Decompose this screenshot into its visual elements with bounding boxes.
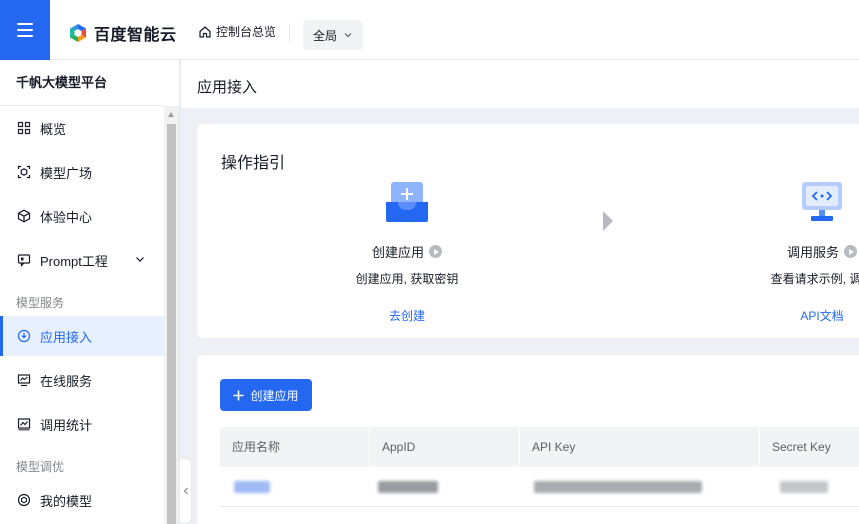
guide-title: 操作指引 bbox=[221, 155, 286, 172]
app-list-card: 创建应用 应用名称 AppID API Key Secret Key bbox=[197, 355, 859, 524]
chart-icon bbox=[16, 416, 32, 432]
sidebar-item-overview[interactable]: 概览 bbox=[0, 108, 164, 148]
step-title: 调用服务 bbox=[786, 245, 839, 260]
sidebar-item-experience-center[interactable]: 体验中心 bbox=[0, 196, 164, 236]
sidebar-item-label: 概览 bbox=[40, 121, 67, 137]
table-header: 应用名称 AppID API Key Secret Key bbox=[220, 427, 859, 467]
brand-logo[interactable]: 百度智能云 bbox=[68, 21, 177, 45]
scroll-up-arrow-icon[interactable] bbox=[168, 112, 174, 117]
column-header-secret-key: Secret Key bbox=[772, 440, 831, 454]
model-square-icon bbox=[16, 164, 32, 180]
chevron-left-icon bbox=[183, 487, 188, 495]
step-description: 查看请求示例, 调用 bbox=[770, 272, 859, 286]
column-header-appid: AppID bbox=[370, 427, 520, 467]
sidebar-title: 千帆大模型平台 bbox=[0, 60, 164, 106]
go-create-link[interactable]: 去创建 bbox=[347, 307, 467, 324]
play-icon[interactable] bbox=[844, 245, 857, 258]
column-header-app-name: 应用名称 bbox=[220, 427, 370, 467]
chevron-down-icon[interactable] bbox=[134, 253, 146, 265]
console-overview-link[interactable]: 控制台总览 bbox=[198, 23, 276, 40]
sidebar-item-label: 应用接入 bbox=[40, 329, 93, 345]
grid-icon bbox=[16, 120, 32, 136]
app-access-icon bbox=[16, 328, 32, 344]
sidebar-item-online-service[interactable]: 在线服务 bbox=[0, 360, 164, 400]
sidebar-item-label: 体验中心 bbox=[40, 209, 93, 225]
sidebar-collapse-handle[interactable] bbox=[180, 458, 192, 524]
sidebar-item-my-model[interactable]: 我的模型 bbox=[0, 480, 164, 520]
menu-button[interactable] bbox=[0, 0, 50, 60]
app-name-redacted[interactable] bbox=[234, 481, 270, 493]
guide-step-call-service: 调用服务 查看请求示例, 调用 API文档 bbox=[757, 180, 859, 324]
api-key-redacted bbox=[534, 481, 702, 493]
step-title: 创建应用 bbox=[371, 245, 424, 260]
table-row[interactable] bbox=[220, 467, 859, 507]
sidebar-item-label: 调用统计 bbox=[40, 417, 93, 433]
step-name-call-service: 调用服务 bbox=[757, 242, 859, 261]
create-app-icon bbox=[386, 182, 428, 222]
column-header-api-key: API Key bbox=[520, 427, 760, 467]
brand-name: 百度智能云 bbox=[94, 27, 177, 44]
sidebar-item-app-access[interactable]: 应用接入 bbox=[0, 316, 164, 356]
plus-icon bbox=[233, 390, 244, 400]
top-bar: 百度智能云 控制台总览 全局 bbox=[0, 0, 859, 60]
cube-icon bbox=[16, 208, 32, 224]
group-label-model-tuning: 模型调优 bbox=[16, 460, 65, 474]
sidebar-item-label: Prompt工程 bbox=[40, 253, 108, 269]
sidebar: 千帆大模型平台 概览 模型广场 体验中心 Prompt工程 模型服务 应用接入 bbox=[0, 60, 180, 524]
group-label-model-service: 模型服务 bbox=[16, 296, 65, 310]
sidebar-scrollbar[interactable] bbox=[164, 106, 179, 524]
sidebar-item-label: 在线服务 bbox=[40, 373, 93, 389]
hamburger-icon bbox=[17, 23, 33, 37]
scrollbar-thumb[interactable] bbox=[167, 124, 176, 524]
app-table: 应用名称 AppID API Key Secret Key bbox=[220, 427, 859, 507]
page-header: 应用接入 bbox=[181, 60, 859, 108]
baidu-cloud-logo-icon bbox=[70, 24, 86, 42]
topbar-divider bbox=[289, 24, 290, 42]
guide-step-create-app: 创建应用 创建应用, 获取密钥 去创建 bbox=[347, 180, 467, 324]
sidebar-item-label: 模型广场 bbox=[40, 165, 93, 181]
chevron-down-icon bbox=[344, 33, 352, 38]
call-service-icon bbox=[802, 182, 842, 221]
step-name-create-app: 创建应用 bbox=[347, 242, 467, 261]
sidebar-item-prompt[interactable]: Prompt工程 bbox=[0, 240, 164, 280]
sidebar-item-call-stats[interactable]: 调用统计 bbox=[0, 404, 164, 444]
play-icon[interactable] bbox=[429, 245, 442, 258]
monitor-icon bbox=[16, 372, 32, 388]
region-value: 全局 bbox=[312, 28, 337, 43]
my-model-icon bbox=[16, 492, 32, 508]
appid-redacted bbox=[378, 481, 438, 493]
sidebar-item-model-square[interactable]: 模型广场 bbox=[0, 152, 164, 192]
page-title: 应用接入 bbox=[197, 79, 258, 96]
create-app-button[interactable]: 创建应用 bbox=[220, 379, 312, 411]
operation-guide-card: 操作指引 创建应用 创建应用, 获取密钥 去创建 调用服务 查看请求示例, 调 … bbox=[197, 124, 859, 338]
region-select[interactable]: 全局 bbox=[303, 20, 363, 50]
console-overview-label: 控制台总览 bbox=[216, 25, 277, 39]
home-icon bbox=[199, 25, 211, 38]
api-docs-link[interactable]: API文档 bbox=[757, 307, 859, 324]
chevron-right-icon bbox=[603, 211, 613, 231]
create-app-button-label: 创建应用 bbox=[250, 388, 299, 403]
sidebar-item-label: 我的模型 bbox=[40, 493, 93, 509]
step-description: 创建应用, 获取密钥 bbox=[355, 272, 459, 286]
secret-key-redacted bbox=[780, 481, 828, 493]
prompt-icon bbox=[16, 252, 32, 268]
